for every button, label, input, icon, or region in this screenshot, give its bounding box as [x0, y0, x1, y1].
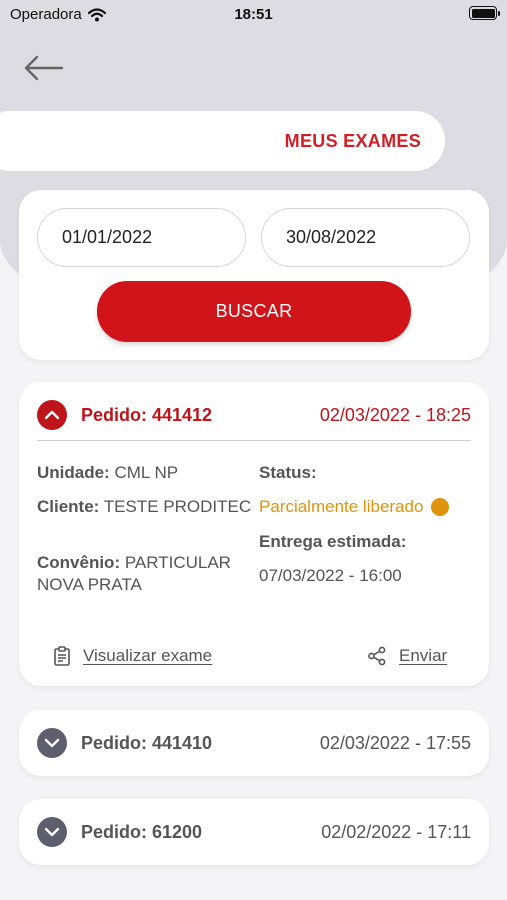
- date-from-input[interactable]: [37, 208, 246, 267]
- back-arrow-icon: [24, 55, 64, 81]
- send-link[interactable]: Enviar: [367, 646, 447, 666]
- clock: 18:51: [234, 6, 273, 23]
- order-header[interactable]: Pedido: 441410 02/03/2022 - 17:55: [37, 728, 471, 758]
- order-card-expanded: Pedido: 441412 02/03/2022 - 18:25 Unidad…: [19, 382, 489, 686]
- order-number: Pedido: 441412: [81, 404, 213, 425]
- order-card-collapsed[interactable]: Pedido: 441410 02/03/2022 - 17:55: [19, 710, 489, 776]
- status-dot-icon: [431, 498, 450, 516]
- status-value-row: Parcialmente liberado: [259, 496, 450, 518]
- page-title: MEUS EXAMES: [284, 130, 421, 151]
- view-exam-link[interactable]: Visualizar exame: [53, 646, 212, 666]
- clipboard-icon: [54, 646, 70, 666]
- view-exam-label: Visualizar exame: [83, 646, 213, 665]
- convenio-row: Convênio: PARTICULAR NOVA PRATA: [37, 552, 252, 596]
- unidade-row: Unidade: CML NP: [37, 462, 178, 484]
- page-title-pill: MEUS EXAMES: [0, 111, 445, 171]
- unidade-label: Unidade:: [37, 463, 110, 482]
- entrega-value: 07/03/2022 - 16:00: [259, 566, 402, 585]
- order-header[interactable]: Pedido: 61200 02/02/2022 - 17:11: [37, 817, 471, 847]
- chevron-down-icon: [44, 738, 60, 748]
- send-label: Enviar: [399, 646, 448, 665]
- back-button[interactable]: [24, 55, 64, 81]
- order-datetime: 02/03/2022 - 17:55: [319, 732, 471, 753]
- order-datetime: 02/02/2022 - 17:11: [321, 821, 471, 842]
- search-button[interactable]: BUSCAR: [97, 281, 411, 342]
- share-icon: [368, 646, 386, 666]
- order-header[interactable]: Pedido: 441412 02/03/2022 - 18:25: [37, 400, 471, 430]
- chevron-down-icon: [44, 827, 60, 837]
- status-label-text: Status:: [259, 463, 317, 482]
- unidade-value: CML NP: [114, 463, 179, 482]
- expand-toggle[interactable]: [37, 728, 67, 758]
- order-datetime: 02/03/2022 - 18:25: [319, 404, 471, 425]
- cliente-value: TESTE PRODITEC: [103, 497, 252, 516]
- battery-icon: [469, 6, 500, 20]
- expand-toggle[interactable]: [37, 817, 67, 847]
- cliente-label: Cliente:: [37, 497, 100, 516]
- status-label: Status:: [259, 462, 317, 484]
- collapse-toggle[interactable]: [37, 400, 67, 430]
- entrega-label-text: Entrega estimada:: [259, 532, 407, 551]
- order-number: Pedido: 61200: [81, 821, 203, 842]
- status-bar: Operadora 18:51: [0, 0, 507, 30]
- cliente-row: Cliente: TESTE PRODITEC: [37, 496, 252, 518]
- filter-card: BUSCAR: [19, 190, 489, 360]
- divider: [37, 440, 471, 441]
- date-to-input[interactable]: [261, 208, 470, 267]
- chevron-up-icon: [44, 410, 60, 420]
- order-number: Pedido: 441410: [81, 732, 213, 753]
- status-value: Parcialmente liberado: [259, 497, 424, 516]
- convenio-label: Convênio:: [37, 553, 121, 572]
- entrega-label: Entrega estimada:: [259, 531, 406, 553]
- order-card-collapsed[interactable]: Pedido: 61200 02/02/2022 - 17:11: [19, 799, 489, 865]
